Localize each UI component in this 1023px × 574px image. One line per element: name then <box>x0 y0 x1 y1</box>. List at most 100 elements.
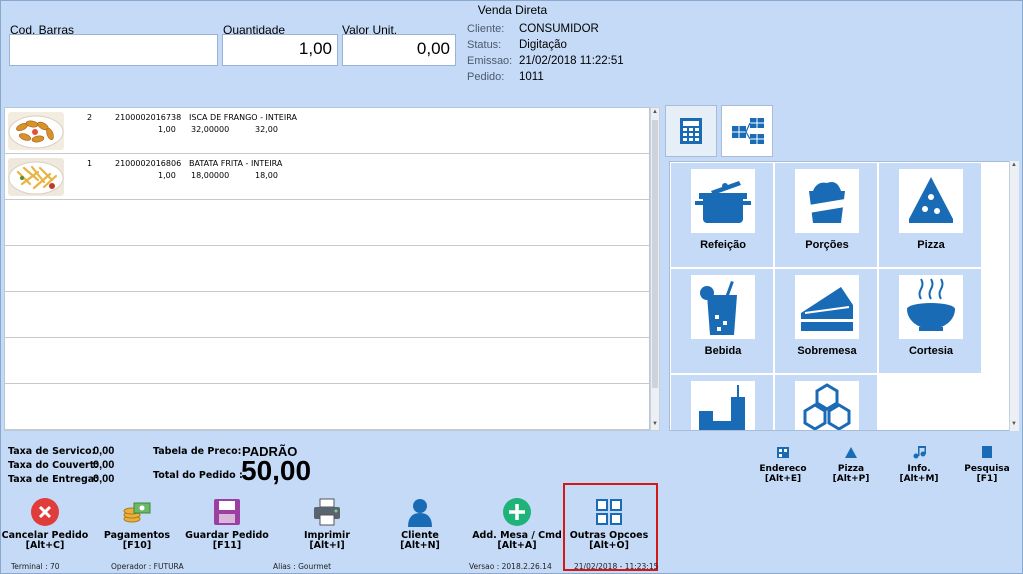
unit-price-input[interactable]: 0,00 <box>342 34 456 66</box>
cancel-icon <box>31 498 59 526</box>
category-label: Porções <box>805 239 849 251</box>
item-qty: 1,00 <box>158 171 176 180</box>
triangle-icon <box>845 447 857 458</box>
item-unit-price: 18,00000 <box>191 171 230 180</box>
tree-table-icon <box>732 118 764 144</box>
pedido-value: 1011 <box>519 71 544 83</box>
item-row[interactable]: 1 2100002016806 BATATA FRITA - INTEIRA 1… <box>5 154 649 200</box>
item-qty: 1,00 <box>158 125 176 134</box>
guardar-pedido-key: [F11] <box>212 540 242 551</box>
empty-row <box>5 338 649 384</box>
order-items-list[interactable]: 2 2100002016738 ISCA DE FRANGO - INTEIRA… <box>4 107 650 431</box>
item-total: 32,00 <box>255 125 278 134</box>
imprimir-button[interactable]: Imprimir [Alt+I] <box>277 497 377 559</box>
status-value: Digitação <box>519 39 567 51</box>
item-description: BATATA FRITA - INTEIRA <box>189 159 283 168</box>
pagamentos-button[interactable]: Pagamentos [F10] <box>87 497 187 559</box>
category-label: Bebida <box>704 345 742 357</box>
imprimir-key: [Alt+I] <box>309 540 345 551</box>
status-alias: Alias : Gourmet <box>273 562 332 571</box>
category-combo[interactable] <box>670 374 774 430</box>
category-porcoes[interactable]: Porções <box>774 162 878 268</box>
status-datetime: 21/02/2018 - 11:23:15 <box>574 562 659 571</box>
add-mesa-button[interactable]: Add. Mesa / Cmd [Alt+A] <box>467 497 567 559</box>
barcode-input[interactable] <box>9 34 218 66</box>
cake-slice-icon <box>795 275 859 339</box>
category-cortesia[interactable]: Cortesia <box>878 268 982 374</box>
categories-panel: Refeição Porções Pizza Bebida Sobremesa … <box>669 161 1019 431</box>
total-pedido-label: Total do Pedido : <box>153 470 243 481</box>
pesquisa-key: [F1] <box>976 474 998 484</box>
pedido-label: Pedido: <box>467 71 505 83</box>
scroll-down-icon[interactable]: ▼ <box>1010 421 1018 427</box>
taxa-servico-label: Taxa de Servico: <box>8 446 96 457</box>
item-description: ISCA DE FRANGO - INTEIRA <box>189 113 297 122</box>
scroll-down-icon[interactable]: ▼ <box>651 421 659 427</box>
taxa-couvert-value: 0,00 <box>93 459 115 471</box>
category-bebida[interactable]: Bebida <box>670 268 774 374</box>
pizza-slice-icon <box>899 169 963 233</box>
status-versao: Versao : 2018.2.26.14 <box>469 562 552 571</box>
taxa-entrega-value: 0,00 <box>93 473 115 485</box>
tab-categories[interactable] <box>721 105 773 157</box>
empty-row <box>5 200 649 246</box>
venda-direta-window: Venda Direta Cod. Barras Quantidade 1,00… <box>0 0 1023 574</box>
category-label: Cortesia <box>908 345 954 357</box>
pesquisa-button[interactable]: Pesquisa [F1] <box>947 444 1023 484</box>
cancelar-pedido-key: [Alt+C] <box>25 540 65 551</box>
category-label: Pizza <box>917 239 945 251</box>
items-scrollbar[interactable]: ▲ ▼ <box>650 107 660 431</box>
status-terminal: Terminal : 70 <box>11 562 60 571</box>
plus-icon <box>503 498 531 526</box>
category-hexagons[interactable] <box>774 374 878 430</box>
hexagons-icon <box>795 381 859 430</box>
combo-meal-icon <box>691 381 755 430</box>
guardar-pedido-button[interactable]: Guardar Pedido [F11] <box>177 497 277 559</box>
taxa-couvert-label: Taxa do Couvert: <box>8 460 99 471</box>
scroll-up-icon[interactable]: ▲ <box>651 109 659 115</box>
taxa-entrega-label: Taxa de Entrega: <box>8 474 98 485</box>
emissao-label: Emissao: <box>467 55 513 67</box>
cliente-button[interactable]: Cliente [Alt+N] <box>370 497 470 559</box>
square-icon <box>982 446 992 458</box>
category-refeicao[interactable]: Refeição <box>670 162 774 268</box>
item-code: 2100002016806 <box>115 159 182 168</box>
pesquisa-label: Pesquisa <box>964 464 1010 474</box>
soup-bowl-icon <box>899 275 963 339</box>
empty-row <box>5 246 649 292</box>
category-pizza[interactable]: Pizza <box>878 162 982 268</box>
item-unit-price: 32,00000 <box>191 125 230 134</box>
tab-calculator[interactable] <box>665 105 717 157</box>
quantity-input[interactable]: 1,00 <box>222 34 338 66</box>
money-icon <box>123 502 151 523</box>
drink-glass-icon <box>691 275 755 339</box>
highlight-box <box>563 483 658 571</box>
scroll-thumb[interactable] <box>652 120 658 388</box>
portion-box-icon <box>795 169 859 233</box>
printer-icon <box>314 498 340 526</box>
item-seq: 1 <box>87 159 93 168</box>
empty-row <box>5 292 649 338</box>
cliente-key: [Alt+N] <box>400 540 440 551</box>
calculator-icon <box>680 118 702 144</box>
item-row[interactable]: 2 2100002016738 ISCA DE FRANGO - INTEIRA… <box>5 108 649 154</box>
taxa-servico-value: 0,00 <box>93 445 115 457</box>
cancelar-pedido-button[interactable]: Cancelar Pedido [Alt+C] <box>0 497 95 559</box>
categories-scrollbar[interactable]: ▲ ▼ <box>1009 161 1019 431</box>
emissao-value: 21/02/2018 11:22:51 <box>519 55 624 67</box>
total-pedido-value: 50,00 <box>241 455 312 486</box>
category-label: Sobremesa <box>797 345 857 357</box>
add-mesa-key: [Alt+A] <box>497 540 537 551</box>
chicken-strips-thumbnail <box>8 112 64 150</box>
item-seq: 2 <box>87 113 93 122</box>
empty-row <box>5 384 649 430</box>
scroll-up-icon[interactable]: ▲ <box>1010 162 1018 168</box>
pagamentos-key: [F10] <box>122 540 152 551</box>
item-total: 18,00 <box>255 171 278 180</box>
floppy-icon <box>214 499 240 525</box>
pot-icon <box>691 169 755 233</box>
category-sobremesa[interactable]: Sobremesa <box>774 268 878 374</box>
window-title: Venda Direta <box>477 3 548 17</box>
tabela-preco-label: Tabela de Preco: <box>153 446 242 457</box>
item-code: 2100002016738 <box>115 113 182 122</box>
